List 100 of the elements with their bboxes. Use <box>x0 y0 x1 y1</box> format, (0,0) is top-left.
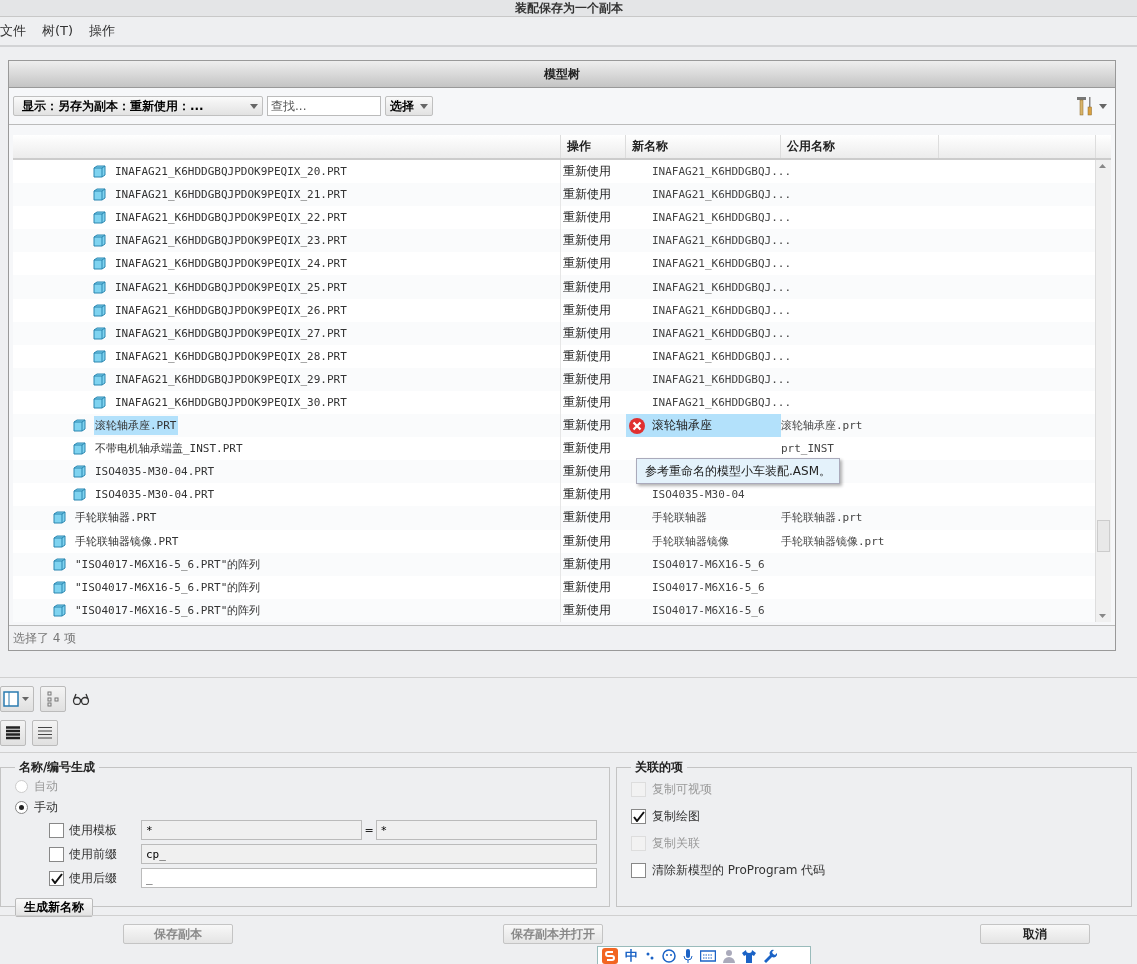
part-cube-icon <box>93 211 106 225</box>
menu-item[interactable]: 树(T) <box>42 22 74 40</box>
tree-icon <box>46 691 60 707</box>
radio-label: 自动 <box>34 778 58 795</box>
microphone-icon[interactable] <box>683 949 693 963</box>
scrollbar[interactable] <box>1095 160 1111 622</box>
column-header[interactable]: 新名称 <box>626 135 781 158</box>
table-cell-text: 重新使用 <box>562 232 612 250</box>
tree-item[interactable]: 滚轮轴承座.PRT <box>94 416 178 436</box>
select-button[interactable]: 选择 <box>385 96 433 116</box>
table-cell-text: 重新使用 <box>562 417 612 435</box>
part-cube-icon <box>93 280 106 294</box>
tree-item[interactable]: INAFAG21_K6HDDGBQJPDOK9PEQIX_26.PRT <box>114 301 348 319</box>
list-icon <box>5 726 21 740</box>
checkbox[interactable] <box>631 863 646 878</box>
radio-button[interactable] <box>15 801 28 814</box>
search-field[interactable]: 查找... <box>267 96 381 116</box>
tree-item[interactable]: INAFAG21_K6HDDGBQJPDOK9PEQIX_24.PRT <box>114 255 348 273</box>
list-button[interactable] <box>32 720 58 746</box>
tree-item[interactable]: 手轮联轴器镜像.PRT <box>74 531 180 551</box>
display-dropdown[interactable]: 显示：另存为副本：重新使用：... <box>13 96 263 116</box>
status-text: 选择了 4 项 <box>13 629 77 647</box>
part-cube-icon <box>73 488 86 502</box>
caret-icon <box>420 103 428 109</box>
checkbox[interactable] <box>49 822 64 838</box>
part-cube-icon <box>53 557 66 571</box>
tree-item[interactable]: ISO4035-M30-04.PRT <box>94 463 216 481</box>
table-cell: 手轮联轴器 <box>652 510 707 526</box>
hammer-screwdriver-icon <box>1077 96 1093 116</box>
tree-item[interactable]: INAFAG21_K6HDDGBQJPDOK9PEQIX_21.PRT <box>114 186 348 204</box>
checkbox[interactable] <box>49 870 64 886</box>
shirt-icon[interactable] <box>742 949 756 963</box>
ime-mode[interactable]: 中 <box>625 947 638 964</box>
checkbox-label: 使用后缀 <box>69 869 118 887</box>
part-cube-icon <box>53 580 66 594</box>
tree-item[interactable]: INAFAG21_K6HDDGBQJPDOK9PEQIX_30.PRT <box>114 394 348 411</box>
input-field[interactable]: * <box>375 820 597 840</box>
part-cube-icon <box>93 257 106 271</box>
tree-item[interactable]: INAFAG21_K6HDDGBQJPDOK9PEQIX_25.PRT <box>114 278 348 296</box>
checkbox[interactable] <box>631 809 646 824</box>
column-header[interactable]: 公用名称 <box>781 135 939 158</box>
smiley-icon[interactable] <box>662 949 676 963</box>
generate-button[interactable]: 生成新名称 <box>15 898 93 917</box>
table-cell: INAFAG21_K6HDDGBQJ... <box>652 188 792 202</box>
list-button[interactable] <box>0 720 26 746</box>
input-field[interactable]: * <box>141 820 363 840</box>
table-cell-text: 重新使用 <box>562 509 612 527</box>
equals-sign: = <box>364 823 374 837</box>
table-cell-text: 重新使用 <box>562 555 612 573</box>
table-cell-text: 重新使用 <box>562 301 612 319</box>
part-cube-icon <box>93 349 106 363</box>
menu-item[interactable]: 操作 <box>89 22 116 40</box>
tree-item[interactable]: INAFAG21_K6HDDGBQJPDOK9PEQIX_22.PRT <box>114 209 348 227</box>
table-cell-text: 重新使用 <box>562 601 612 619</box>
table-cell-text: 重新使用 <box>562 209 612 227</box>
tree-item[interactable]: INAFAG21_K6HDDGBQJPDOK9PEQIX_23.PRT <box>114 232 348 250</box>
table-cell-text: 滚轮轴承座 <box>651 417 712 435</box>
tree-item[interactable]: INAFAG21_K6HDDGBQJPDOK9PEQIX_29.PRT <box>114 370 348 388</box>
table-cell: ISO4017-M6X16-5_6 <box>652 557 765 571</box>
tree-item[interactable]: INAFAG21_K6HDDGBQJPDOK9PEQIX_27.PRT <box>114 324 348 342</box>
table-cell: INAFAG21_K6HDDGBQJ... <box>652 326 792 340</box>
tree-item[interactable]: INAFAG21_K6HDDGBQJPDOK9PEQIX_20.PRT <box>114 163 348 181</box>
scroll-thumb[interactable] <box>1097 520 1110 552</box>
keyboard-icon[interactable] <box>700 950 716 962</box>
input-field[interactable]: cp_ <box>141 844 597 864</box>
tree-item[interactable]: "ISO4017-M6X16-5_6.PRT"的阵列 <box>74 600 262 620</box>
menu-item[interactable]: 文件 <box>0 22 26 40</box>
part-cube-icon <box>73 419 86 433</box>
tooltip: 参考重命名的模型小车装配.ASM。 <box>636 458 840 484</box>
check-icon <box>632 811 645 822</box>
column-header[interactable]: 操作 <box>561 135 626 158</box>
table-cell: INAFAG21_K6HDDGBQJ... <box>652 372 792 386</box>
table-cell: INAFAG21_K6HDDGBQJ... <box>652 280 792 294</box>
person-icon[interactable] <box>723 949 735 963</box>
dots-icon[interactable] <box>645 950 655 962</box>
caret-icon <box>250 103 258 109</box>
group-title: 名称/编号生成 <box>18 759 97 776</box>
table-cell-text: prt_INST <box>781 442 835 456</box>
tree-item[interactable]: 手轮联轴器.PRT <box>74 508 158 528</box>
panel-layout-icon <box>3 691 31 707</box>
layout-button[interactable] <box>0 686 34 712</box>
tree-view-button[interactable] <box>40 686 66 712</box>
input-field[interactable]: _ <box>141 868 597 888</box>
table-cell: INAFAG21_K6HDDGBQJ... <box>652 257 792 271</box>
part-cube-icon <box>93 165 106 179</box>
tree-item[interactable]: "ISO4017-M6X16-5_6.PRT"的阵列 <box>74 554 262 574</box>
checkbox[interactable] <box>49 846 64 862</box>
checkbox-label: 复制绘图 <box>652 808 700 825</box>
tree-item[interactable]: ISO4035-M30-04.PRT <box>94 486 216 504</box>
table-cell: INAFAG21_K6HDDGBQJ... <box>652 396 792 409</box>
part-cube-icon <box>73 442 86 456</box>
tree-item[interactable]: INAFAG21_K6HDDGBQJPDOK9PEQIX_28.PRT <box>114 347 348 365</box>
glasses-icon[interactable] <box>72 693 90 705</box>
ime-logo-icon[interactable] <box>602 948 618 964</box>
tree-item[interactable]: "ISO4017-M6X16-5_6.PRT"的阵列 <box>74 577 262 597</box>
tree-item[interactable]: 不带电机轴承端盖_INST.PRT <box>94 439 244 459</box>
wrench-icon[interactable] <box>763 949 777 963</box>
dialog-button[interactable]: 取消 <box>980 924 1090 944</box>
part-cube-icon <box>73 465 86 479</box>
part-cube-icon <box>93 396 106 409</box>
